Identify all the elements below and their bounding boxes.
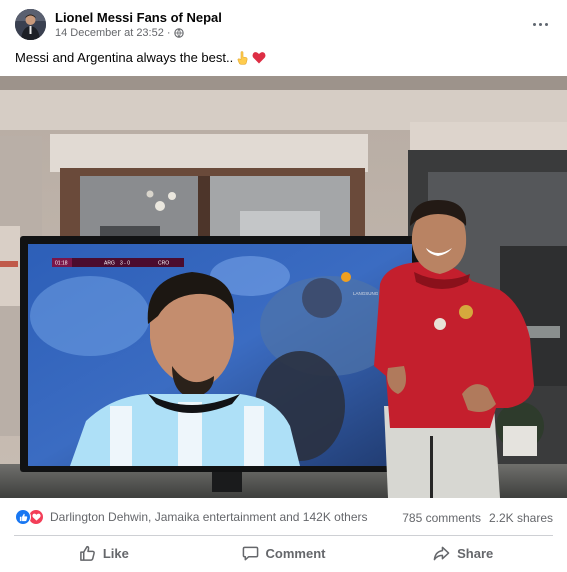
globe-icon xyxy=(173,28,184,38)
post-actions-bar: Like Comment Share xyxy=(14,537,553,569)
tv-score-value: 3 - 0 xyxy=(120,261,130,267)
comment-label: Comment xyxy=(265,545,326,561)
meta-separator: · xyxy=(166,27,171,39)
reactions-summary[interactable]: Darlington Dehwin, Jamaika entertainment… xyxy=(15,509,368,525)
more-options-button[interactable] xyxy=(529,14,551,34)
page-avatar[interactable] xyxy=(15,9,46,40)
comments-count[interactable]: 785 comments xyxy=(402,511,481,525)
post-photo[interactable]: 01:18 ARG 3 - 0 CRO HD LANGSUNG xyxy=(0,76,567,498)
thumbs-up-icon xyxy=(79,545,95,561)
tv-score-away: CRO xyxy=(158,261,169,267)
tv-score-home: ARG xyxy=(104,261,115,267)
share-button[interactable]: Share xyxy=(373,537,553,569)
engagement-stats: Darlington Dehwin, Jamaika entertainment… xyxy=(0,505,567,529)
shares-count[interactable]: 2.2K shares xyxy=(489,511,553,525)
share-label: Share xyxy=(457,545,494,561)
post-meta: 14 December at 23:52 · xyxy=(55,27,184,39)
post-photo-image: 01:18 ARG 3 - 0 CRO HD LANGSUNG xyxy=(0,76,567,498)
comment-icon xyxy=(242,546,258,560)
red-heart-icon xyxy=(252,52,266,64)
more-horizontal-icon xyxy=(531,22,549,26)
like-button[interactable]: Like xyxy=(14,537,194,569)
share-icon xyxy=(433,546,450,560)
tv-score-time: 01:18 xyxy=(55,261,68,267)
post-caption: Messi and Argentina always the best.. xyxy=(15,50,266,65)
hand-pointing-icon xyxy=(237,50,248,65)
comment-share-counts: 785 comments 2.2K shares xyxy=(402,511,553,525)
like-icon xyxy=(15,509,31,525)
comment-button[interactable]: Comment xyxy=(194,537,374,569)
post-header: Lionel Messi Fans of Nepal 14 December a… xyxy=(0,0,567,46)
like-label: Like xyxy=(102,545,129,561)
tv-brand-text: LANGSUNG xyxy=(353,291,379,296)
actions-divider xyxy=(14,535,553,536)
reactions-text[interactable]: Darlington Dehwin, Jamaika entertainment… xyxy=(50,510,368,524)
post-timestamp[interactable]: 14 December at 23:52 xyxy=(55,27,164,39)
page-name-link[interactable]: Lionel Messi Fans of Nepal xyxy=(55,10,222,25)
caption-text: Messi and Argentina always the best.. xyxy=(15,50,234,65)
